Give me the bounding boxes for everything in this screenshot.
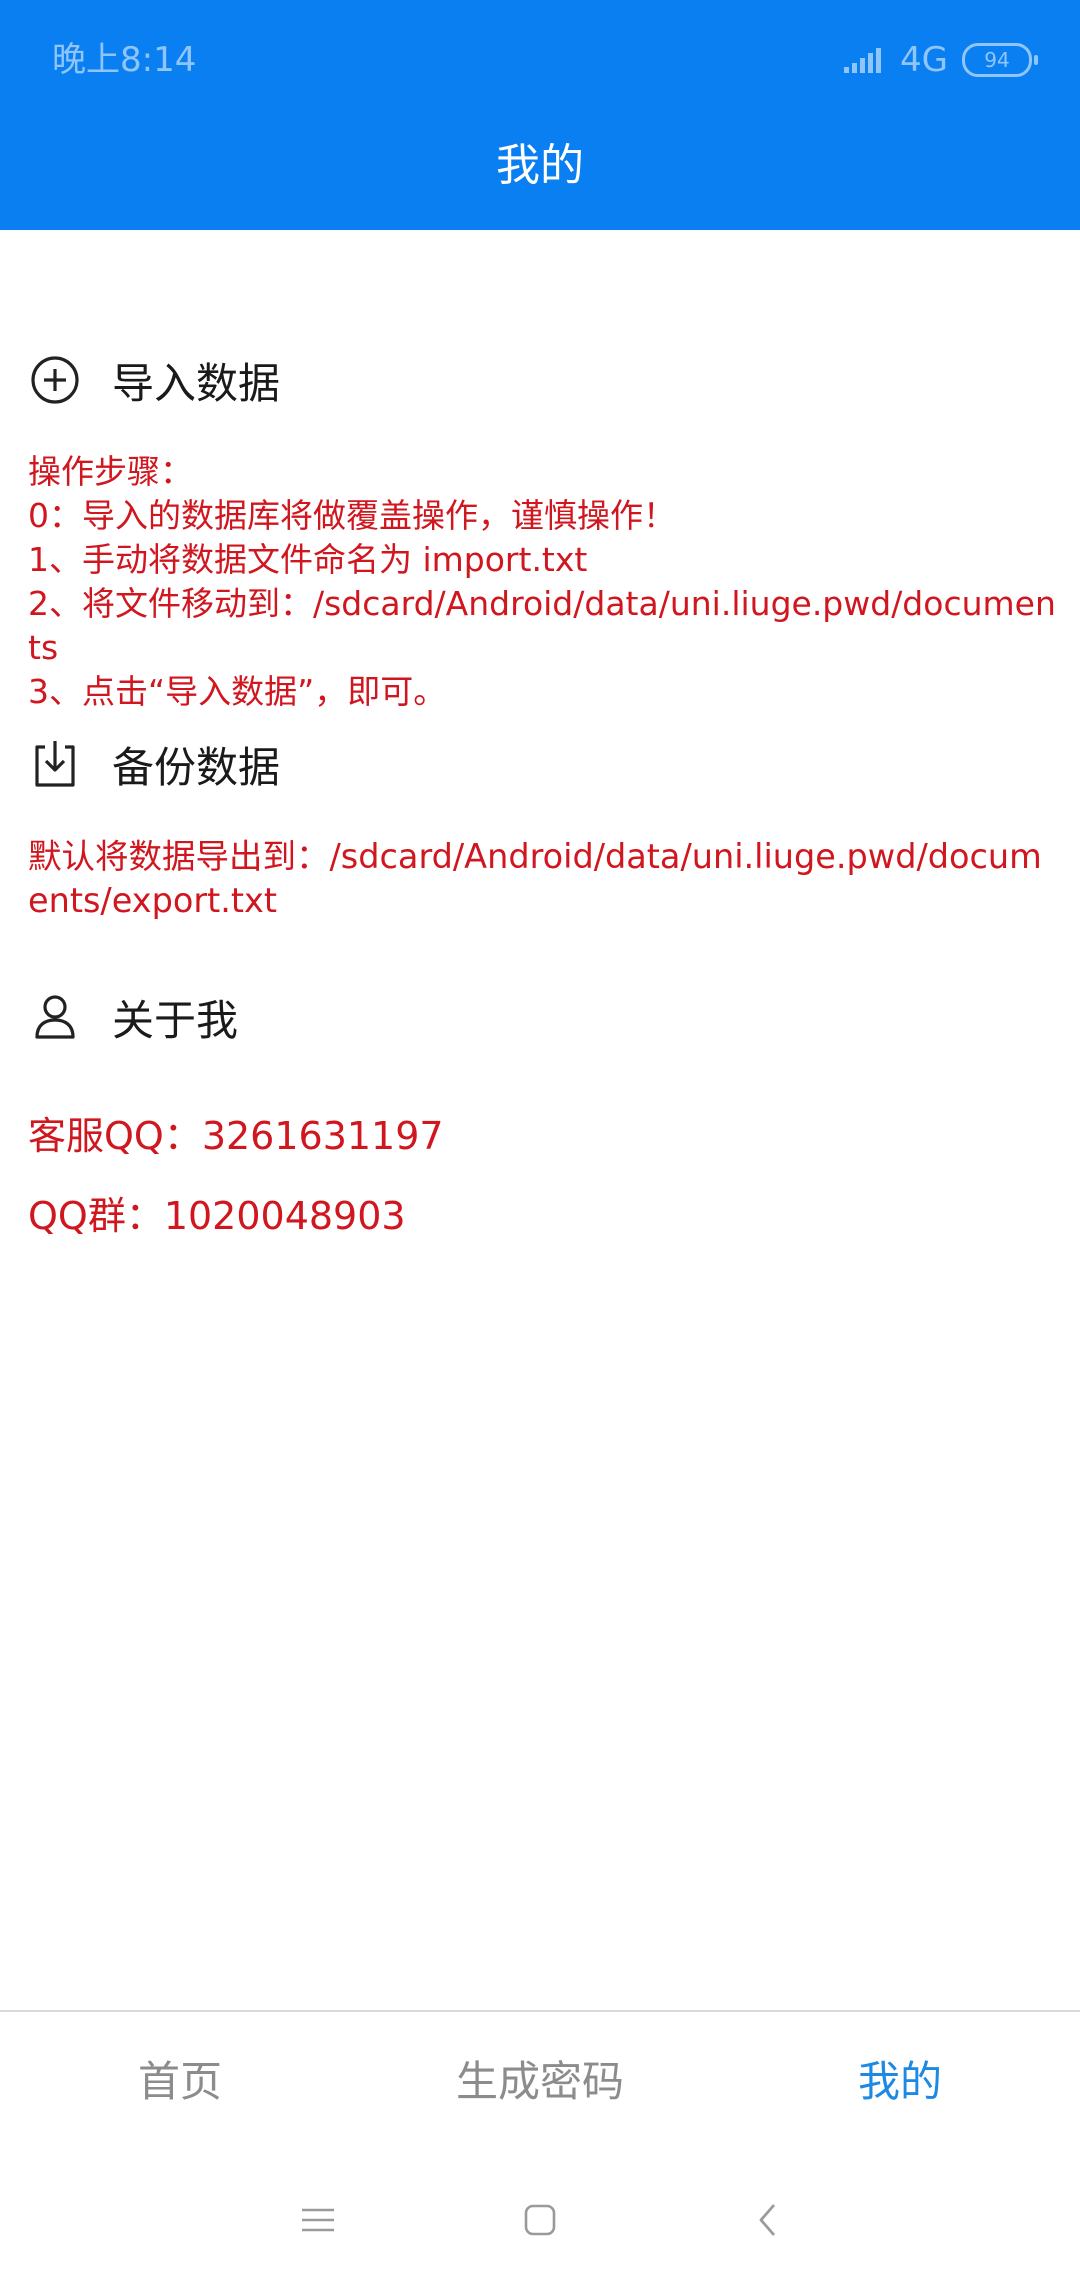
back-icon[interactable] — [738, 2190, 798, 2250]
status-time: 晚上8:14 — [52, 40, 197, 80]
tab-generate-password[interactable]: 生成密码 — [360, 2012, 720, 2152]
import-step: 1、手动将数据文件命名为 import.txt — [28, 540, 588, 579]
import-data-label: 导入数据 — [112, 358, 281, 408]
import-step: 2、将文件移动到：/sdcard/Android/data/uni.liuge.… — [28, 584, 1056, 667]
status-icons: 4G 94 — [844, 36, 1038, 84]
import-step: 3、点击“导入数据”，即可。 — [28, 672, 447, 711]
tab-home[interactable]: 首页 — [0, 2012, 360, 2152]
import-step: 操作步骤： — [28, 452, 193, 491]
plus-circle-icon — [28, 353, 82, 407]
about-me-button[interactable]: 关于我 — [28, 985, 238, 1049]
app-header: 晚上8:14 4G 94 我的 — [0, 0, 1080, 230]
network-type: 4G — [900, 40, 948, 80]
page-title: 我的 — [496, 140, 584, 191]
user-icon — [28, 990, 82, 1044]
import-data-button[interactable]: 导入数据 — [28, 348, 280, 412]
backup-data-button[interactable]: 备份数据 — [28, 732, 280, 796]
menu-icon[interactable] — [288, 2190, 348, 2250]
download-icon — [28, 737, 82, 791]
qq-group: QQ群：1020048903 — [28, 1194, 406, 1238]
home-icon[interactable] — [510, 2190, 570, 2250]
signal-icon — [844, 45, 886, 75]
status-bar: 晚上8:14 4G 94 — [0, 0, 1080, 118]
system-nav-bar — [0, 2150, 1080, 2280]
import-steps: 操作步骤： 0：导入的数据库将做覆盖操作，谨慎操作！ 1、手动将数据文件命名为 … — [28, 450, 1058, 714]
backup-note: 默认将数据导出到：/sdcard/Android/data/uni.liuge.… — [28, 837, 1042, 920]
tab-mine[interactable]: 我的 — [720, 2012, 1080, 2152]
battery-icon: 94 — [962, 43, 1038, 77]
tab-bar: 首页 生成密码 我的 — [0, 2010, 1080, 2152]
service-qq: 客服QQ：3261631197 — [28, 1114, 444, 1158]
backup-data-label: 备份数据 — [112, 742, 281, 792]
page: 晚上8:14 4G 94 我的 导入数据 操作步骤： 0：导入的数据库将做覆盖操… — [0, 0, 1080, 2280]
about-me-label: 关于我 — [112, 995, 239, 1045]
import-step: 0：导入的数据库将做覆盖操作，谨慎操作！ — [28, 496, 676, 535]
